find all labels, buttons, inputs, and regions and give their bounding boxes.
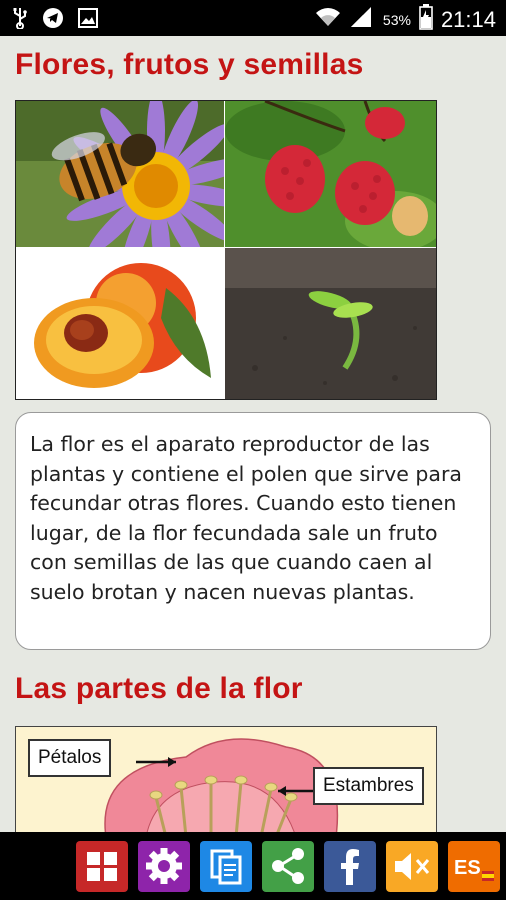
label-petals: Pétalos [28,739,112,777]
seedling-image [225,248,436,399]
notification-icons [12,7,98,33]
clipboard-icon [210,849,242,885]
raspberries-image [225,101,436,247]
speaker-mute-icon [395,853,430,880]
description-text: La flor es el aparato reproductor de las… [30,432,462,604]
mute-button[interactable] [386,841,438,892]
system-icons: 53% 21:14 [315,4,496,35]
language-code: ES [454,857,481,879]
telegram-icon [42,7,64,33]
language-button[interactable]: ES [448,841,500,892]
language-icon: ES [454,857,494,881]
status-bar: 53% 21:14 [0,0,506,36]
section-title-flower-parts: Las partes de la flor [15,672,303,705]
facebook-button[interactable] [324,841,376,892]
gear-icon [146,848,182,884]
menu-grid-button[interactable] [76,841,128,892]
content-scroll[interactable]: Flores, frutos y semillas La flor es el … [0,36,506,832]
copy-button[interactable] [200,841,252,892]
signal-icon [349,5,375,34]
battery-icon [419,4,433,35]
clock: 21:14 [440,6,496,32]
bee-flower-image [16,101,224,247]
wifi-icon [315,6,341,33]
bottom-toolbar: ES [0,832,506,900]
section-title-flowers: Flores, frutos y semillas [15,48,364,81]
facebook-icon [341,849,359,885]
description-card: La flor es el aparato reproductor de las… [15,412,491,650]
battery-percent: 53% [382,11,411,28]
share-icon [272,848,304,884]
usb-icon [12,7,28,33]
share-button[interactable] [262,841,314,892]
grid-icon [87,852,117,881]
peach-image [16,248,224,399]
image-icon [78,8,98,32]
image-collage [15,100,437,400]
label-stamens: Estambres [313,767,424,805]
flower-parts-diagram: Pétalos Estambres [15,726,437,832]
settings-button[interactable] [138,841,190,892]
